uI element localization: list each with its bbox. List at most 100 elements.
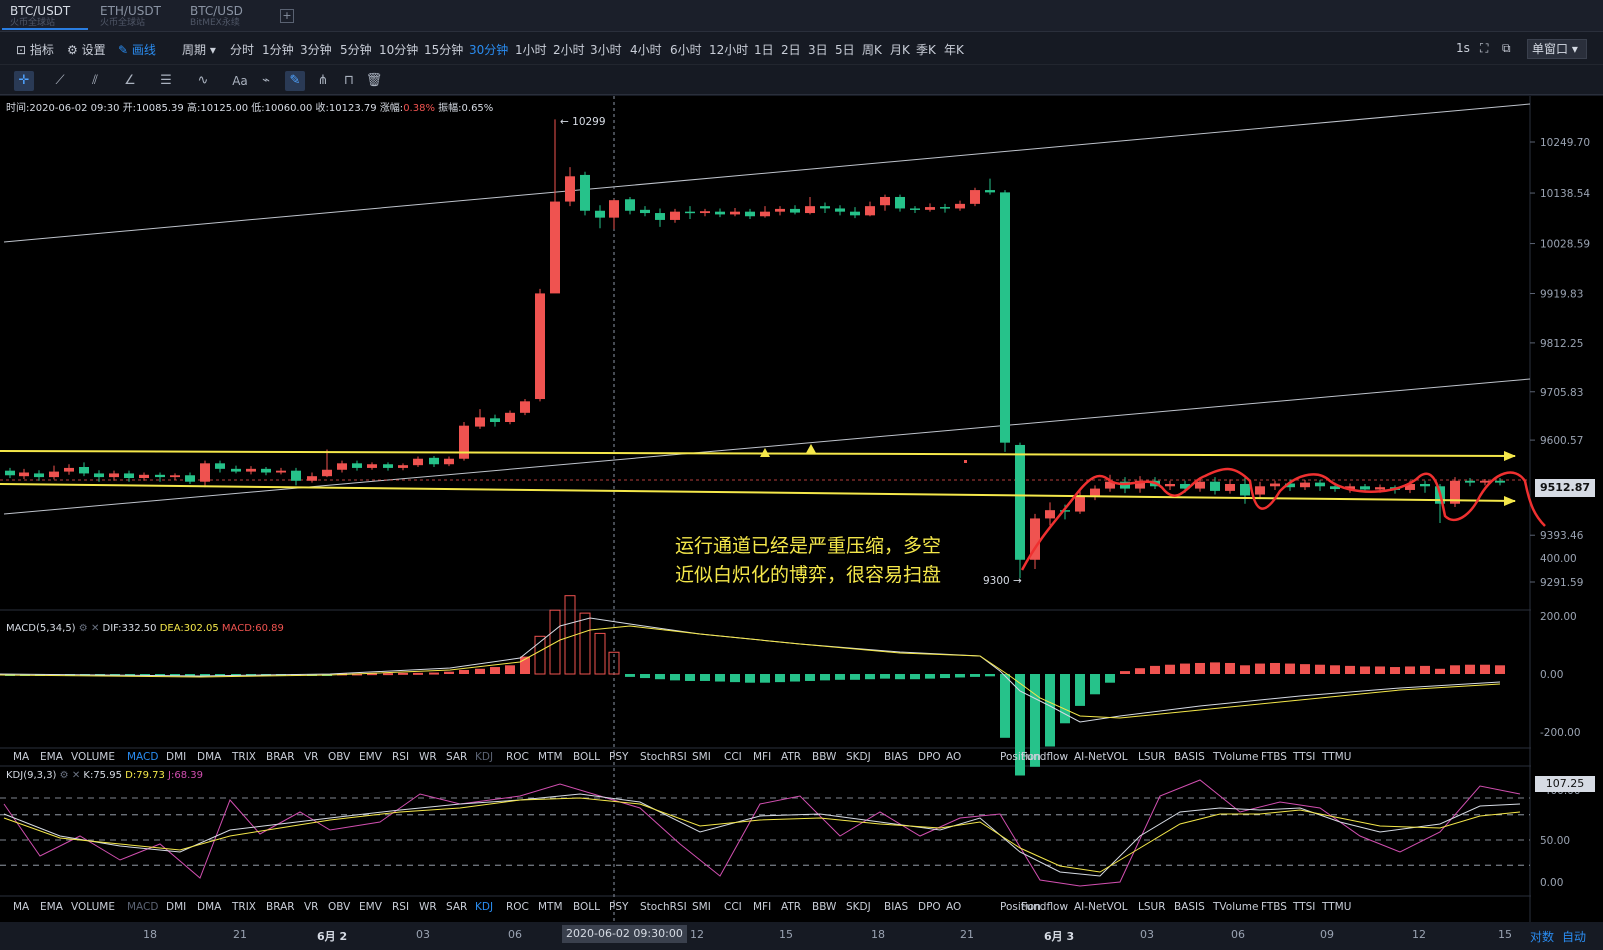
indicator-tab-psy[interactable]: PSY (609, 901, 628, 913)
period-10[interactable]: 4小时 (630, 41, 662, 58)
settings-button[interactable]: ⚙ 设置 (67, 41, 106, 58)
indicator-tab-ema[interactable]: EMA (40, 751, 63, 763)
indicator-tab-rsi[interactable]: RSI (392, 901, 409, 913)
indicator-tab-dma[interactable]: DMA (197, 751, 221, 763)
indicator-tab-ao[interactable]: AO (946, 751, 961, 763)
indicator-tab-smi[interactable]: SMI (692, 901, 711, 913)
indicator-tab-vr[interactable]: VR (304, 751, 318, 763)
period-18[interactable]: 月K (890, 41, 910, 58)
indicator-tab-mtm[interactable]: MTM (538, 751, 563, 763)
indicator-tab-cci[interactable]: CCI (724, 901, 742, 913)
indicator-tab-ttsi[interactable]: TTSI (1293, 901, 1315, 913)
period-7[interactable]: 1小时 (515, 41, 547, 58)
draw-button[interactable]: ✎ 画线 (118, 41, 156, 58)
indicator-tab-ai-netvol[interactable]: AI-NetVOL (1074, 901, 1128, 913)
indicators-button[interactable]: ⊡ 指标 (16, 41, 54, 58)
indicator-tab-obv[interactable]: OBV (328, 751, 350, 763)
auto-scale-toggle[interactable]: 自动 (1562, 928, 1586, 945)
indicator-tab-fundflow[interactable]: Fundflow (1021, 751, 1068, 763)
indicator-tab-atr[interactable]: ATR (781, 901, 801, 913)
indicator-tab-bias[interactable]: BIAS (884, 751, 908, 763)
indicator-tab-skdj[interactable]: SKDJ (846, 751, 871, 763)
period-12[interactable]: 12小时 (709, 41, 748, 58)
indicator-tab-volume[interactable]: VOLUME (71, 901, 115, 913)
crosshair-icon[interactable]: ✛ (14, 71, 34, 91)
indicator-tab-fundflow[interactable]: Fundflow (1021, 901, 1068, 913)
period-16[interactable]: 5日 (835, 41, 855, 58)
indicator-tab-skdj[interactable]: SKDJ (846, 901, 871, 913)
channel-icon[interactable]: ⫽ (85, 71, 105, 91)
close-icon[interactable]: ✕ (91, 623, 99, 634)
indicator-tab-dpo[interactable]: DPO (918, 751, 941, 763)
add-tab-button[interactable]: + (280, 9, 294, 23)
indicator-tab-brar[interactable]: BRAR (266, 901, 295, 913)
indicator-tab-bias[interactable]: BIAS (884, 901, 908, 913)
indicator-tab-kdj[interactable]: KDJ (475, 751, 493, 763)
indicator-tab-roc[interactable]: ROC (506, 901, 529, 913)
indicator-tab-tvolume[interactable]: TVolume (1213, 901, 1258, 913)
indicator-tab-tvolume[interactable]: TVolume (1213, 751, 1258, 763)
indicator-tab-macd[interactable]: MACD (127, 901, 158, 913)
indicator-tab-kdj[interactable]: KDJ (475, 901, 493, 913)
period-15[interactable]: 3日 (808, 41, 828, 58)
indicator-tab-sar[interactable]: SAR (446, 751, 467, 763)
indicator-tab-sar[interactable]: SAR (446, 901, 467, 913)
indicator-tab-dmi[interactable]: DMI (166, 751, 186, 763)
indicator-tab-boll[interactable]: BOLL (573, 901, 600, 913)
period-1[interactable]: 1分钟 (262, 41, 294, 58)
close-icon[interactable]: ✕ (72, 770, 80, 781)
indicator-tab-emv[interactable]: EMV (359, 751, 382, 763)
ruler-icon[interactable]: ⌁ (256, 71, 276, 91)
indicator-tab-bbw[interactable]: BBW (812, 751, 836, 763)
indicator-tab-dma[interactable]: DMA (197, 901, 221, 913)
indicator-tab-smi[interactable]: SMI (692, 751, 711, 763)
period-8[interactable]: 2小时 (553, 41, 585, 58)
indicator-tab-brar[interactable]: BRAR (266, 751, 295, 763)
indicator-tab-wr[interactable]: WR (419, 901, 437, 913)
indicator-tab-volume[interactable]: VOLUME (71, 751, 115, 763)
period-14[interactable]: 2日 (781, 41, 801, 58)
indicator-tab-ao[interactable]: AO (946, 901, 961, 913)
period-13[interactable]: 1日 (754, 41, 774, 58)
indicator-tab-basis[interactable]: BASIS (1174, 901, 1205, 913)
indicator-tab-mfi[interactable]: MFI (753, 901, 771, 913)
text-tool-button[interactable]: Aa (230, 71, 250, 91)
screenshot-icon[interactable]: ⧉ (1502, 41, 1511, 56)
fullscreen-icon[interactable]: ⛶ (1480, 41, 1488, 56)
indicator-tab-wr[interactable]: WR (419, 751, 437, 763)
brush-icon[interactable]: ✎ (285, 71, 305, 91)
chart-canvas[interactable]: 10249.70 10138.54 10028.59 9919.83 9812.25 97… (0, 96, 1603, 922)
indicator-tab-trix[interactable]: TRIX (232, 901, 256, 913)
settings-icon[interactable]: ⚙ (79, 623, 88, 634)
indicator-tab-basis[interactable]: BASIS (1174, 751, 1205, 763)
indicator-tab-stochrsi[interactable]: StochRSI (640, 751, 687, 763)
indicator-tab-mtm[interactable]: MTM (538, 901, 563, 913)
period-dropdown[interactable]: 周期 ▾ (182, 41, 216, 58)
indicator-tab-trix[interactable]: TRIX (232, 751, 256, 763)
indicator-tab-mfi[interactable]: MFI (753, 751, 771, 763)
indicator-tab-lsur[interactable]: LSUR (1138, 901, 1166, 913)
log-scale-toggle[interactable]: 对数 (1530, 928, 1554, 945)
indicator-tab-obv[interactable]: OBV (328, 901, 350, 913)
tab-btc-usd[interactable]: BTC/USD BitMEX永续 (182, 4, 268, 30)
refresh-rate[interactable]: 1s (1456, 41, 1470, 55)
period-4[interactable]: 10分钟 (379, 41, 418, 58)
indicator-tab-rsi[interactable]: RSI (392, 751, 409, 763)
indicator-tab-ttmu[interactable]: TTMU (1322, 901, 1351, 913)
indicator-tab-ttsi[interactable]: TTSI (1293, 751, 1315, 763)
magnet-icon[interactable]: ⋔ (313, 71, 333, 91)
indicator-tab-ttmu[interactable]: TTMU (1322, 751, 1351, 763)
indicator-tab-psy[interactable]: PSY (609, 751, 628, 763)
wave-icon[interactable]: ∿ (193, 71, 213, 91)
indicator-tab-ma[interactable]: MA (13, 901, 29, 913)
indicator-tab-boll[interactable]: BOLL (573, 751, 600, 763)
trash-icon[interactable]: 🗑 (364, 71, 384, 91)
indicator-tab-ai-netvol[interactable]: AI-NetVOL (1074, 751, 1128, 763)
period-2[interactable]: 3分钟 (300, 41, 332, 58)
indicator-tab-dmi[interactable]: DMI (166, 901, 186, 913)
indicator-tab-ma[interactable]: MA (13, 751, 29, 763)
tab-btc-usdt[interactable]: BTC/USDT 火币全球站 (2, 4, 88, 30)
window-mode-select[interactable]: 单窗口 ▾ (1527, 39, 1587, 59)
period-11[interactable]: 6小时 (670, 41, 702, 58)
indicator-tab-bbw[interactable]: BBW (812, 901, 836, 913)
